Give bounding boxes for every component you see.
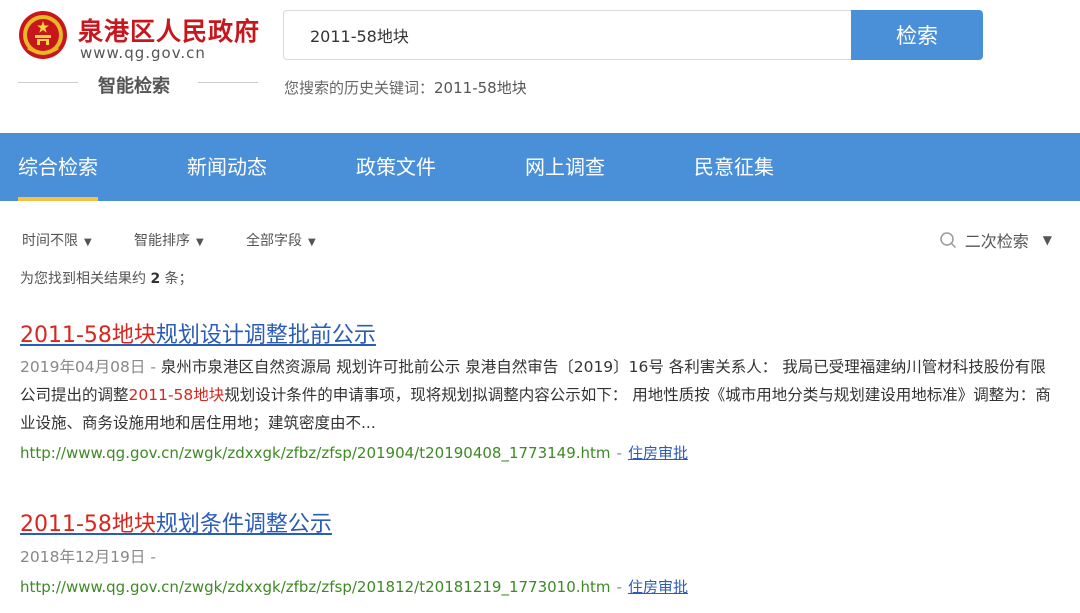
result-count-prefix: 为您找到相关结果约 — [20, 271, 146, 287]
result-title-link[interactable]: 2011-58地块规划条件调整公示 — [20, 506, 332, 538]
caret-down-icon: ▼ — [308, 237, 316, 248]
field-filter-dropdown[interactable]: 全部字段 ▼ — [246, 230, 316, 250]
url-separator: - — [616, 578, 622, 596]
site-domain: www.qg.gov.cn — [80, 44, 206, 62]
result-count-number: 2 — [150, 271, 161, 287]
result-date: 2018年12月19日 — [20, 548, 146, 566]
tab-policy-documents[interactable]: 政策文件 — [356, 133, 436, 201]
sort-filter-dropdown[interactable]: 智能排序 ▼ — [134, 230, 204, 250]
category-nav: 综合检索 新闻动态 政策文件 网上调查 民意征集 — [0, 133, 1080, 201]
history-label: 您搜索的历史关键词： — [284, 79, 435, 97]
result-url-row: http://www.qg.gov.cn/zwgk/zdxxgk/zfbz/zf… — [20, 442, 688, 463]
result-count-suffix: 条； — [164, 271, 193, 287]
result-category-link[interactable]: 住房审批 — [628, 444, 688, 462]
result-date-sep: - — [145, 358, 161, 376]
search-icon — [940, 232, 956, 249]
caret-down-icon: ▼ — [1042, 233, 1052, 247]
search-input[interactable] — [283, 10, 853, 60]
tab-public-opinion[interactable]: 民意征集 — [694, 133, 774, 201]
result-title-rest: 规划设计调整批前公示 — [155, 323, 376, 348]
sort-filter-label: 智能排序 — [134, 233, 190, 249]
tab-news[interactable]: 新闻动态 — [187, 133, 267, 201]
result-date-sep: - — [145, 548, 156, 566]
caret-down-icon: ▼ — [84, 237, 92, 248]
divider-line — [198, 82, 258, 83]
result-title-highlight: 2011-58地块 — [20, 323, 156, 348]
secondary-search-toggle[interactable]: 二次检索 ▼ — [939, 228, 1052, 252]
history-keyword[interactable]: 2011-58地块 — [434, 79, 527, 97]
result-snippet: 2019年04月08日 - 泉州市泉港区自然资源局 规划许可批前公示 泉港自然审… — [20, 353, 1060, 437]
tab-comprehensive-search[interactable]: 综合检索 — [18, 133, 98, 201]
search-history: 您搜索的历史关键词：2011-58地块 — [284, 77, 527, 98]
result-date: 2019年04月08日 — [20, 358, 146, 376]
secondary-search-label: 二次检索 — [964, 232, 1029, 251]
result-url[interactable]: http://www.qg.gov.cn/zwgk/zdxxgk/zfbz/zf… — [20, 444, 611, 462]
site-name[interactable]: 泉港区人民政府 — [78, 12, 260, 48]
snippet-highlight: 2011-58地块 — [128, 386, 225, 404]
tab-online-survey[interactable]: 网上调查 — [525, 133, 605, 201]
caret-down-icon: ▼ — [196, 237, 204, 248]
search-button[interactable]: 检索 — [851, 10, 983, 60]
field-filter-label: 全部字段 — [246, 233, 302, 249]
result-count: 为您找到相关结果约 2 条； — [20, 268, 193, 288]
result-date-row: 2018年12月19日 - — [20, 545, 156, 567]
time-filter-label: 时间不限 — [22, 233, 78, 249]
result-category-link[interactable]: 住房审批 — [628, 578, 688, 596]
time-filter-dropdown[interactable]: 时间不限 ▼ — [22, 230, 92, 250]
site-header: 泉港区人民政府 www.qg.gov.cn 智能检索 检索 您搜索的历史关键词：… — [0, 0, 1080, 133]
result-title-highlight: 2011-58地块 — [20, 512, 156, 537]
result-url-row: http://www.qg.gov.cn/zwgk/zdxxgk/zfbz/zf… — [20, 576, 688, 597]
result-url[interactable]: http://www.qg.gov.cn/zwgk/zdxxgk/zfbz/zf… — [20, 578, 611, 596]
search-subtitle: 智能检索 — [98, 76, 170, 97]
result-title-rest: 规划条件调整公示 — [155, 512, 332, 537]
result-title-link[interactable]: 2011-58地块规划设计调整批前公示 — [20, 317, 376, 349]
national-emblem-icon[interactable] — [18, 10, 68, 60]
divider-line — [18, 82, 78, 83]
url-separator: - — [616, 444, 622, 462]
search-subtitle-block: 智能检索 — [18, 70, 258, 98]
filter-bar: 时间不限 ▼ 智能排序 ▼ 全部字段 ▼ 二次检索 ▼ — [0, 222, 1080, 258]
